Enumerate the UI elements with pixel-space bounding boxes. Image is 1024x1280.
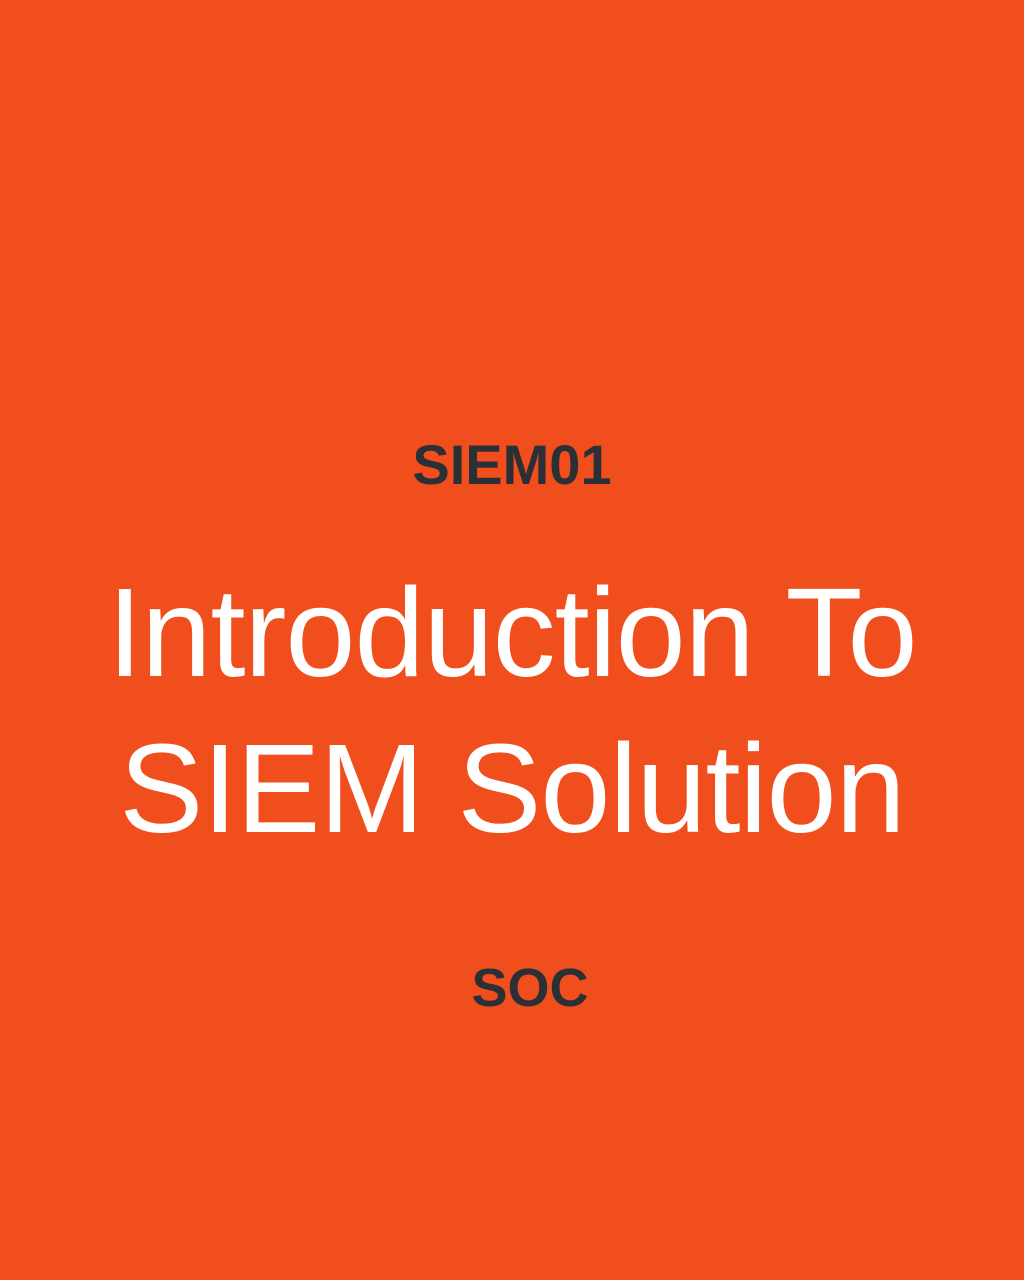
page-title: Introduction To SIEM Solution bbox=[0, 555, 1024, 867]
category-label: SOC bbox=[471, 958, 589, 1018]
title-line-1: Introduction To bbox=[107, 562, 917, 703]
title-line-2: SIEM Solution bbox=[119, 718, 905, 859]
course-code: SIEM01 bbox=[412, 433, 612, 496]
